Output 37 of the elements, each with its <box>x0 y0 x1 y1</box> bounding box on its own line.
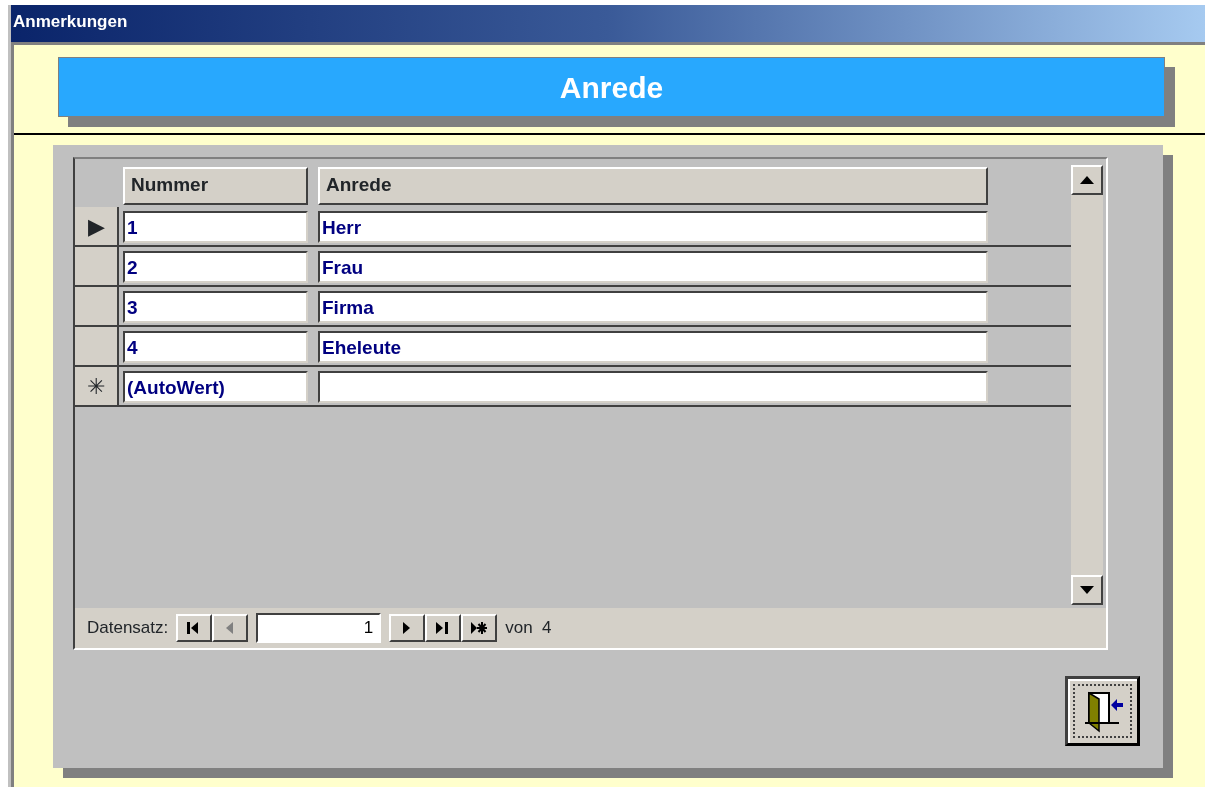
table-cell[interactable] <box>318 371 988 403</box>
table-cell[interactable]: 2 <box>123 251 308 283</box>
window-title: Anmerkungen <box>11 5 1205 42</box>
table-cell[interactable]: Eheleute <box>318 331 988 363</box>
record-marker: ✳ <box>87 372 105 401</box>
table-cell[interactable]: (AutoWert) <box>123 371 308 403</box>
exit-button[interactable] <box>1065 676 1140 746</box>
table-cell[interactable]: Firma <box>318 291 988 323</box>
table-cell[interactable]: Frau <box>318 251 988 283</box>
table-cell[interactable]: 4 <box>123 331 308 363</box>
row-selector[interactable] <box>75 287 119 325</box>
record-number-field[interactable]: 1 <box>256 613 382 643</box>
row-selector[interactable]: ✳ <box>75 367 119 405</box>
table-cell[interactable]: 3 <box>123 291 308 323</box>
record-label: Datensatz: <box>87 617 169 640</box>
left-arrow-icon <box>226 621 235 635</box>
table-cell[interactable]: 1 <box>123 211 308 243</box>
right-arrow-icon <box>403 621 412 635</box>
first-record-button[interactable] <box>176 614 213 642</box>
row-selector[interactable] <box>75 247 119 285</box>
scroll-up-button[interactable] <box>1071 165 1103 195</box>
record-count: von 4 <box>505 617 552 640</box>
column-header[interactable]: Nummer <box>123 167 308 205</box>
table-cell[interactable]: Herr <box>318 211 988 243</box>
row-selector[interactable]: ▶ <box>75 207 119 245</box>
scrollbar[interactable] <box>1071 165 1103 605</box>
new-record-button[interactable] <box>461 614 498 642</box>
row-selector[interactable] <box>75 327 119 365</box>
scroll-down-button[interactable] <box>1071 575 1103 605</box>
column-header[interactable]: Anrede <box>318 167 988 205</box>
next-record-button[interactable] <box>389 614 426 642</box>
down-arrow-icon <box>1080 586 1094 594</box>
exit-door-icon <box>1082 689 1123 733</box>
up-arrow-icon <box>1080 176 1094 184</box>
record-marker: ▶ <box>87 212 105 241</box>
new-record-icon <box>471 621 488 635</box>
last-record-button[interactable] <box>425 614 462 642</box>
